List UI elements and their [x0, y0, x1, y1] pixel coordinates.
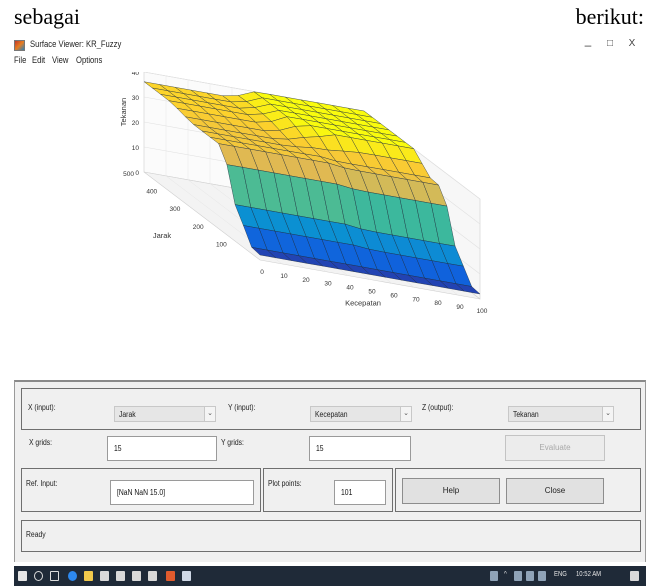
menu-view[interactable]: View	[52, 55, 68, 65]
menu-options[interactable]: Options	[76, 55, 102, 65]
x-input-select[interactable]: Jarak ⌄	[114, 406, 216, 422]
y-grids-label: Y grids:	[221, 438, 244, 447]
z-output-select[interactable]: Tekanan ⌄	[508, 406, 614, 422]
x-tick-label: 30	[324, 281, 332, 288]
minimize-button[interactable]: –	[578, 38, 598, 52]
edge-browser-icon[interactable]	[68, 571, 77, 581]
app-icon[interactable]	[148, 571, 157, 581]
close-button[interactable]: Close	[506, 478, 604, 504]
document-text-right: berikut:	[575, 4, 644, 29]
z-tick-label: 40	[132, 72, 140, 77]
plot-points-label: Plot points:	[268, 479, 302, 488]
z-axis-label: Tekanan	[119, 98, 128, 126]
close-window-button[interactable]: X	[622, 38, 642, 49]
matlab-app-icon	[14, 40, 25, 51]
search-icon[interactable]	[34, 571, 43, 581]
language-indicator[interactable]: ENG	[554, 571, 567, 578]
x-tick-label: 90	[456, 304, 464, 311]
z-tick-label: 0	[135, 170, 139, 177]
y-tick-label: 300	[170, 206, 181, 213]
menu-edit[interactable]: Edit	[32, 55, 45, 65]
volume-icon[interactable]	[538, 571, 546, 581]
x-tick-label: 100	[477, 308, 488, 315]
document-icon[interactable]	[182, 571, 191, 581]
notifications-icon[interactable]	[630, 571, 639, 581]
battery-icon[interactable]	[514, 571, 522, 581]
z-tick-label: 30	[132, 95, 140, 102]
document-text-left: sebagai	[14, 4, 80, 29]
plot-points-input[interactable]: 101	[334, 480, 386, 505]
surface-plot[interactable]: 0102030405060708090100100200300400500 010…	[14, 72, 646, 377]
z-output-label: Z (output):	[422, 403, 454, 412]
store-icon[interactable]	[100, 571, 109, 581]
control-panel: X (input): Jarak ⌄ Y (input): Kecepatan …	[14, 380, 646, 562]
chevron-down-icon: ⌄	[204, 407, 215, 421]
x-tick-label: 0	[260, 269, 264, 276]
y-tick-label: 100	[216, 241, 227, 248]
z-output-value: Tekanan	[513, 410, 539, 419]
status-text: Ready	[26, 530, 46, 539]
y-input-select[interactable]: Kecepatan ⌄	[310, 406, 412, 422]
x-grids-value: 15	[114, 444, 122, 453]
wifi-icon[interactable]	[526, 571, 534, 581]
ref-input-group: Ref. Input: [NaN NaN 15.0]	[21, 468, 261, 512]
x-tick-label: 60	[390, 292, 398, 299]
x-tick-label: 80	[434, 300, 442, 307]
matlab-taskbar-icon[interactable]	[166, 571, 175, 581]
x-axis-label: Kecepatan	[345, 299, 381, 308]
tray-chevron-icon[interactable]: ^	[504, 571, 507, 578]
x-tick-label: 70	[412, 296, 420, 303]
menu-file[interactable]: File	[14, 55, 26, 65]
mail-icon[interactable]	[116, 571, 125, 581]
plot-points-value: 101	[341, 488, 353, 497]
window-title: Surface Viewer: KR_Fuzzy	[30, 39, 122, 49]
ref-input-value: [NaN NaN 15.0]	[117, 488, 165, 497]
plot-points-group: Plot points: 101	[263, 468, 393, 512]
window-titlebar: Surface Viewer: KR_Fuzzy – □ X	[14, 38, 646, 56]
y-tick-label: 200	[193, 224, 204, 231]
y-tick-label: 500	[123, 171, 134, 178]
file-explorer-icon[interactable]	[84, 571, 93, 581]
menu-bar: File Edit View Options	[14, 55, 314, 69]
evaluate-button[interactable]: Evaluate	[505, 435, 605, 461]
status-bar: Ready	[21, 520, 641, 552]
y-input-label: Y (input):	[228, 403, 256, 412]
z-tick-label: 10	[132, 145, 140, 152]
y-grids-input[interactable]: 15	[309, 436, 411, 461]
y-grids-value: 15	[316, 444, 324, 453]
task-view-icon[interactable]	[50, 571, 59, 581]
chevron-down-icon: ⌄	[602, 407, 613, 421]
surface-plot-area[interactable]: 0 10 20 30 40 50 60 70 80 90 100 100 200 300 400 500 0 10…	[14, 72, 646, 377]
people-icon[interactable]	[490, 571, 498, 581]
x-grids-input[interactable]: 15	[107, 436, 217, 461]
x-tick-label: 20	[302, 277, 310, 284]
action-buttons-group: Help Close	[395, 468, 641, 512]
ref-input-field[interactable]: [NaN NaN 15.0]	[110, 480, 254, 505]
x-grids-label: X grids:	[29, 438, 53, 447]
z-tick-label: 20	[132, 120, 140, 127]
chevron-down-icon: ⌄	[400, 407, 411, 421]
windows-start-icon[interactable]	[18, 571, 27, 581]
x-input-label: X (input):	[28, 403, 56, 412]
x-input-value: Jarak	[119, 410, 136, 419]
y-tick-label: 400	[146, 189, 157, 196]
x-tick-label: 40	[346, 285, 354, 292]
maximize-button[interactable]: □	[600, 38, 620, 49]
clock[interactable]: 10:52 AM	[576, 571, 601, 578]
y-input-value: Kecepatan	[315, 410, 348, 419]
help-button[interactable]: Help	[402, 478, 500, 504]
x-tick-label: 10	[280, 273, 288, 280]
variable-selection-group: X (input): Jarak ⌄ Y (input): Kecepatan …	[21, 388, 641, 430]
ref-input-label: Ref. Input:	[26, 479, 58, 488]
settings-icon[interactable]	[132, 571, 141, 581]
windows-taskbar: ^ ENG 10:52 AM	[14, 566, 646, 586]
x-tick-label: 50	[368, 289, 376, 296]
y-axis-label: Jarak	[153, 231, 172, 240]
